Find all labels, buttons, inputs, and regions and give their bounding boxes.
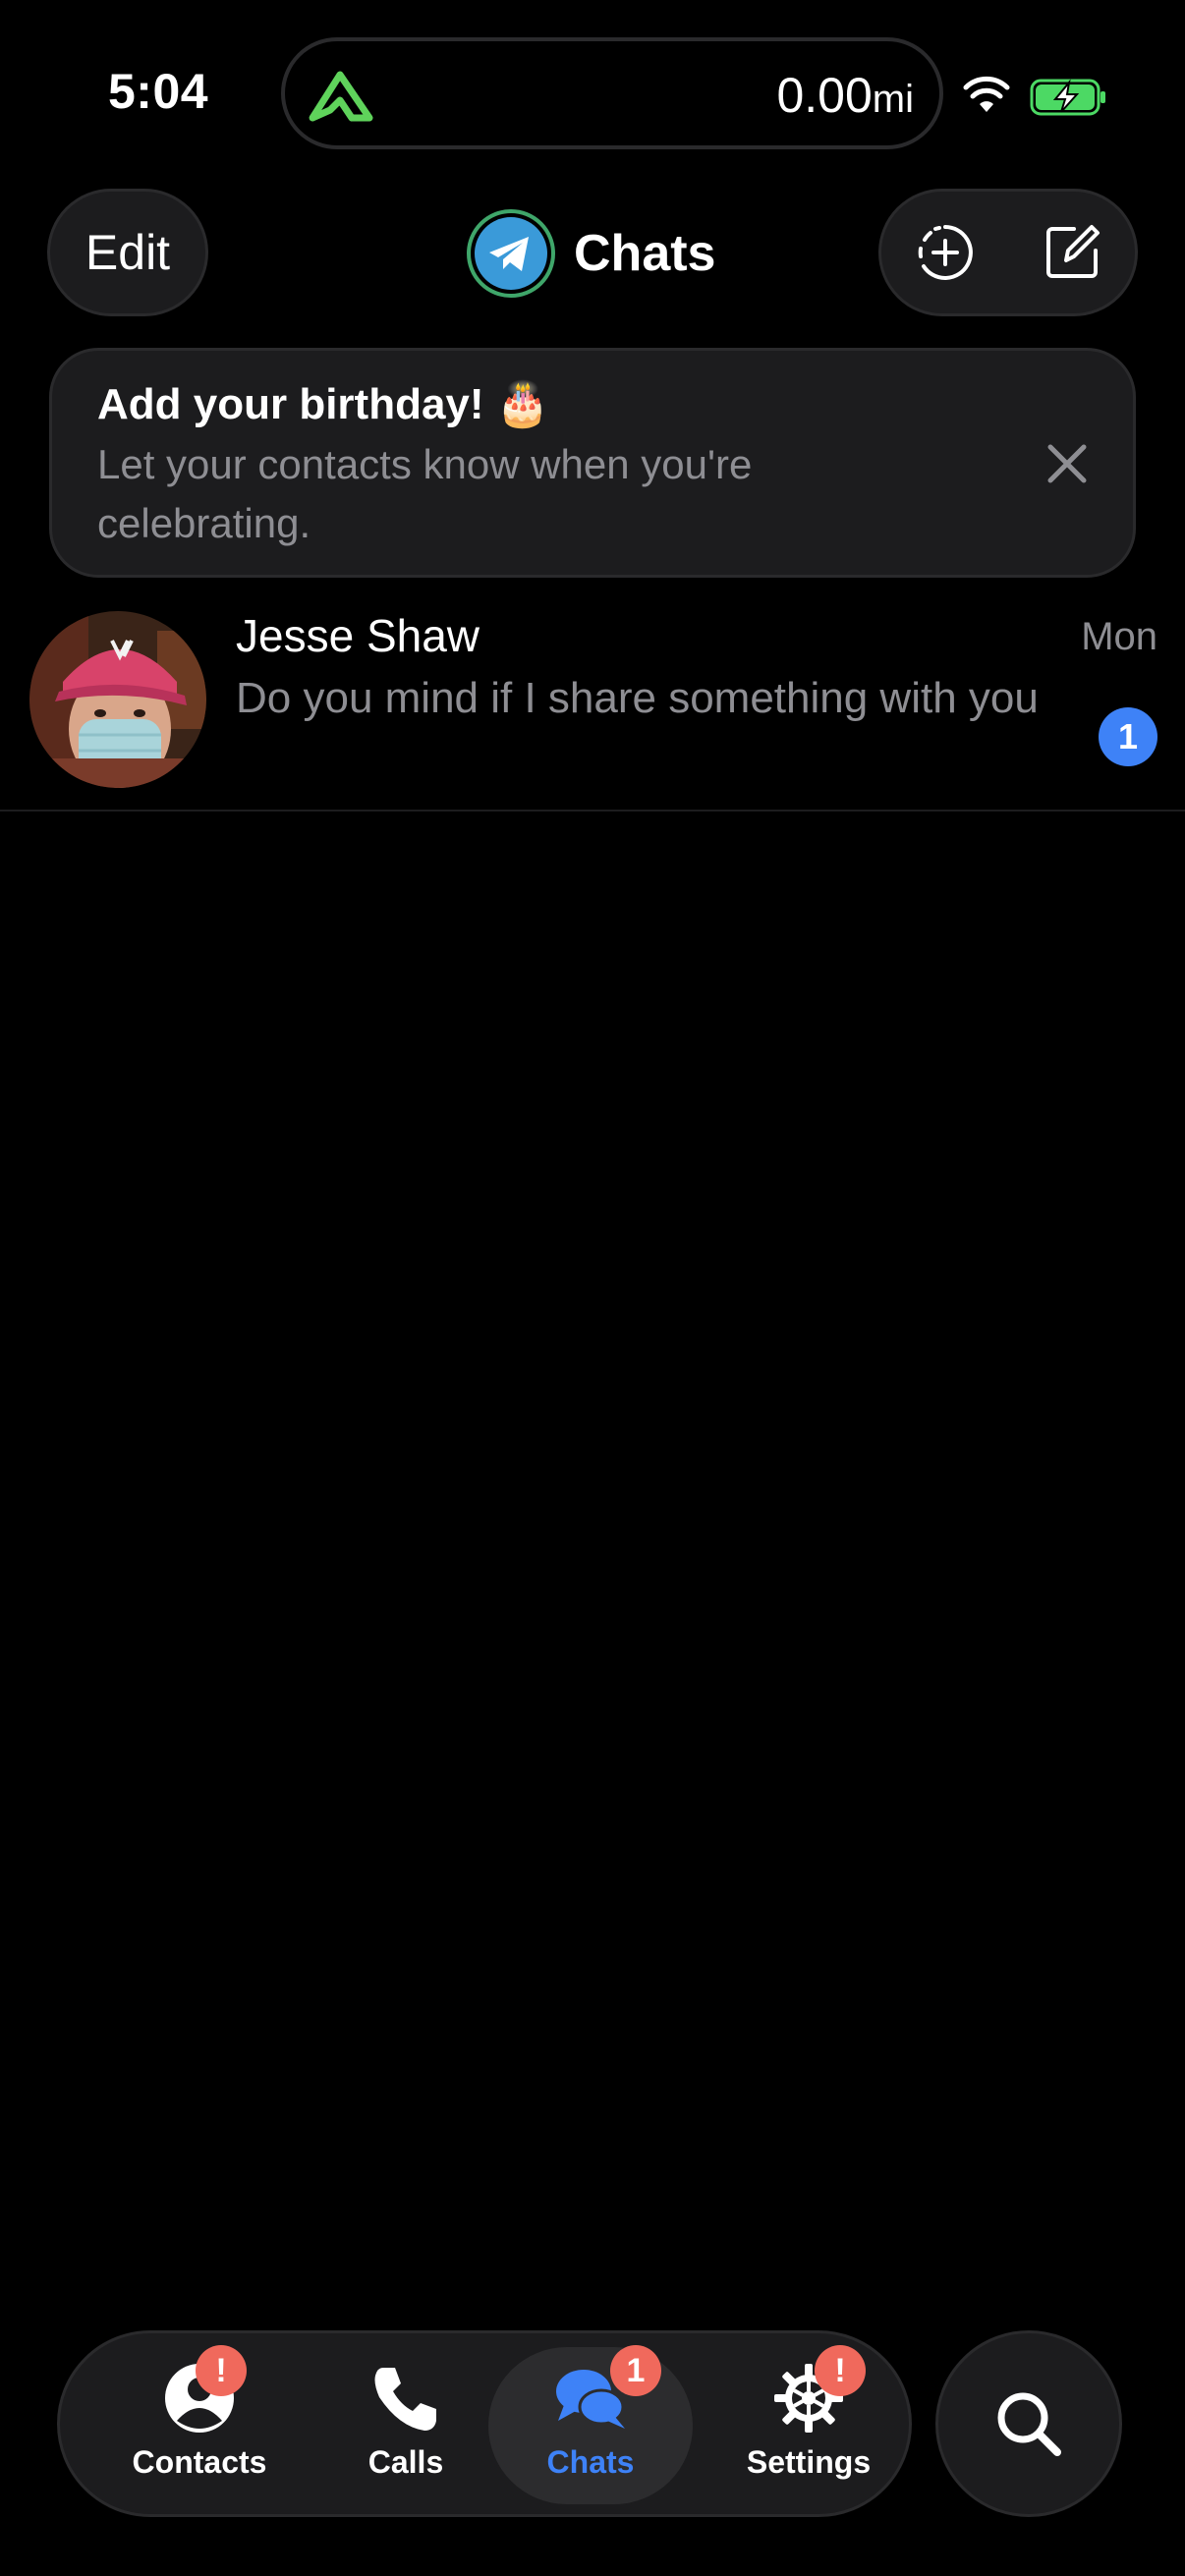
tab-label: Chats [546,2444,635,2480]
page-title: Chats [574,225,716,282]
close-icon[interactable] [1043,439,1092,488]
chat-time: Mon [1081,615,1157,658]
new-story-icon[interactable] [914,221,977,284]
chat-name: Jesse Shaw [236,610,480,661]
edit-button[interactable]: Edit [47,189,208,316]
tab-badge: ! [815,2345,866,2396]
search-icon [997,2392,1061,2456]
tab-settings[interactable]: Settings [710,2347,907,2504]
tab-badge: 1 [610,2345,661,2396]
avatar [29,611,206,788]
activity-distance-value: 0.00 [776,68,873,123]
mountain-activity-icon [309,71,373,122]
phone-icon [374,2368,436,2431]
avatar-photo [29,611,206,788]
compose-icon[interactable] [1041,221,1103,284]
tab-badge: ! [196,2345,247,2396]
unread-badge: 1 [1099,707,1157,766]
tab-bar: Contacts ! Calls Chats 1 Settings ! [57,2330,912,2517]
tab-chats[interactable]: Chats [488,2347,693,2504]
tab-label: Contacts [132,2444,267,2480]
status-time: 5:04 [108,64,209,119]
activity-distance: 0.00mi [776,67,914,124]
birthday-banner-subtitle: Let your contacts know when you're celeb… [97,441,753,546]
chat-preview: Do you mind if I share something with yo… [236,674,1039,722]
page-title-group: Chats [466,208,715,299]
header-actions [878,189,1138,316]
search-button[interactable] [935,2330,1122,2517]
tab-label: Calls [367,2444,444,2480]
battery-charging-icon [1030,79,1105,116]
birthday-banner-title: Add your birthday! 🎂 [97,380,550,428]
birthday-banner[interactable]: Add your birthday! 🎂 Let your contacts k… [49,348,1136,578]
wifi-icon [963,76,1010,112]
activity-distance-unit: mi [872,78,914,121]
divider [0,810,1185,812]
telegram-logo-icon [467,209,555,298]
dynamic-island-activity[interactable]: 0.00mi [281,37,943,149]
tab-label: Settings [746,2444,872,2480]
tab-calls[interactable]: Calls [308,2347,504,2504]
